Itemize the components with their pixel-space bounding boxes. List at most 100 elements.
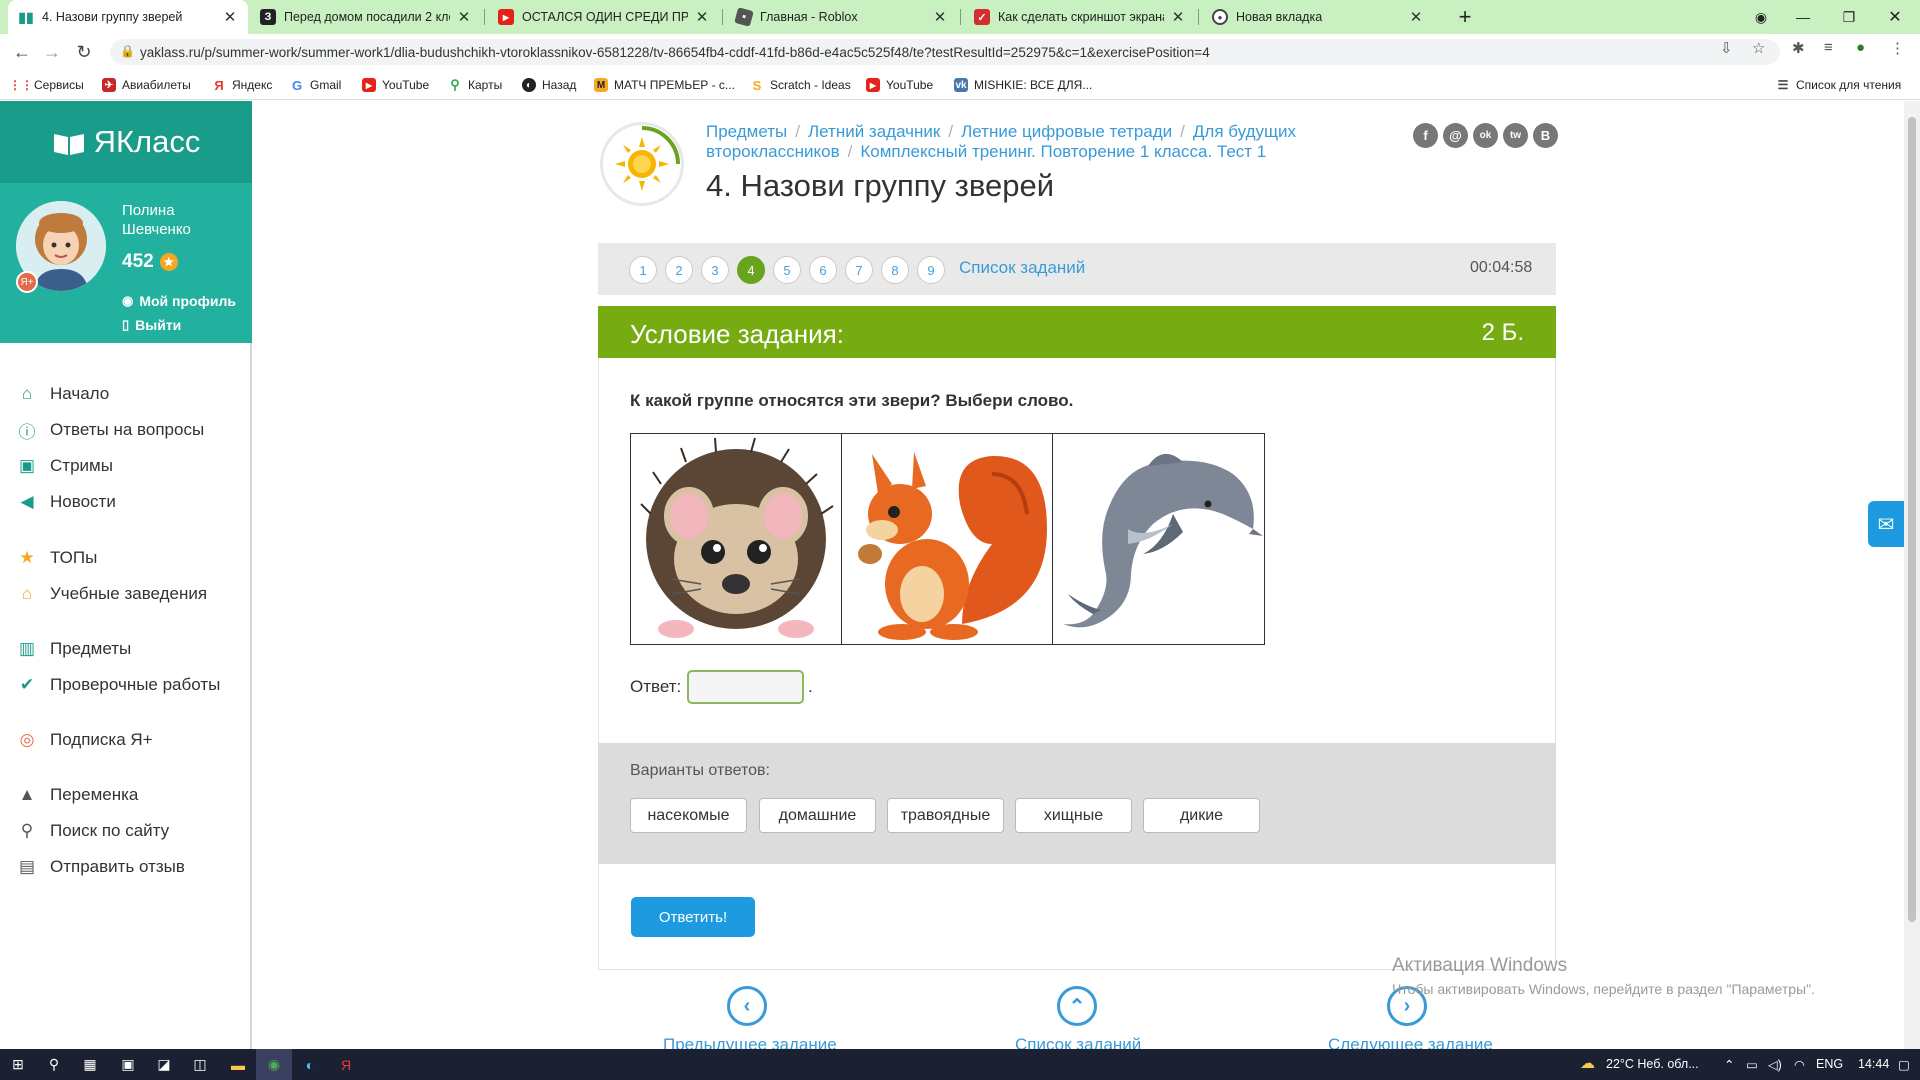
question-number[interactable]: 9 [917,256,945,284]
bookmark-item[interactable]: ⋮⋮ Сервисы [9,70,84,100]
question-number[interactable]: 6 [809,256,837,284]
sidebar-item-home[interactable]: ⌂ Начало [16,383,109,405]
bookmark-item[interactable]: vk MISHKIE: ВСЕ ДЛЯ... [954,70,1092,100]
option-button[interactable]: травоядные [887,798,1004,833]
chevron-up-icon[interactable]: ⌃ [1724,1057,1734,1072]
bookmark-item[interactable]: G Gmail [290,70,341,100]
option-button[interactable]: насекомые [630,798,747,833]
sidebar-item-subjects[interactable]: ▥ Предметы [16,638,131,660]
chrome-icon[interactable]: ◉ [256,1049,292,1080]
breadcrumb-item[interactable]: Летний задачник [808,122,940,141]
wifi-icon[interactable]: ◠ [1794,1057,1805,1072]
app-icon[interactable]: ◪ [146,1049,182,1080]
reading-list[interactable]: ☰ Список для чтения [1776,70,1902,100]
breadcrumb-item[interactable]: Предметы [706,122,787,141]
breadcrumb-item[interactable]: Комплексный тренинг. Повторение 1 класса… [860,142,1266,161]
sidebar-item-streams[interactable]: ▣ Стримы [16,455,113,477]
windows-start-icon[interactable]: ⊞ [0,1049,36,1080]
clock[interactable]: 14:44 [1858,1057,1889,1071]
question-number[interactable]: 3 [701,256,729,284]
bookmark-item[interactable]: ▶ YouTube [362,70,429,100]
extensions-icon[interactable]: ✱ [1792,39,1805,57]
sidebar-item-news[interactable]: ◀ Новости [16,491,115,513]
close-icon[interactable]: ✕ [1170,8,1186,26]
search-icon[interactable]: ⚲ [36,1049,72,1080]
mail-icon[interactable]: ✉ [1868,501,1904,547]
twitter-icon[interactable]: tw [1503,123,1528,148]
language-indicator[interactable]: ENG [1816,1057,1843,1071]
app-icon[interactable]: ◐ [292,1049,328,1080]
tab-new[interactable]: ● Новая вкладка ✕ [1202,0,1434,34]
logout-link[interactable]: ▯ Выйти [122,317,181,333]
sidebar-item-tests[interactable]: ✔ Проверочные работы [16,674,220,696]
sidebar-item-tops[interactable]: ★ ТОПы [16,547,97,569]
forward-icon[interactable]: → [38,34,66,70]
tab-roblox[interactable]: ▪ Главная - Roblox ✕ [726,0,958,34]
star-bookmark-icon[interactable]: ☆ [1752,39,1765,57]
sidebar-item-schools[interactable]: ⌂ Учебные заведения [16,583,207,605]
mail-ru-icon[interactable]: @ [1443,123,1468,148]
close-icon[interactable]: ✕ [694,8,710,26]
scrollbar[interactable] [1904,101,1920,1049]
close-icon[interactable]: ✕ [222,8,238,26]
odnoklassniki-icon[interactable]: ok [1473,123,1498,148]
option-button[interactable]: дикие [1143,798,1260,833]
install-icon[interactable]: ⇩ [1720,39,1733,57]
sidebar-item-break[interactable]: ▲ Переменка [16,784,139,806]
profile-link[interactable]: ◉ Мой профиль [122,293,236,309]
sidebar-item-subscription[interactable]: ◎ Подписка Я+ [16,729,153,751]
volume-icon[interactable]: ◁) [1768,1057,1782,1072]
question-number[interactable]: 7 [845,256,873,284]
option-button[interactable]: хищные [1015,798,1132,833]
breadcrumb-item[interactable]: Летние цифровые тетради [961,122,1172,141]
prev-arrow-icon[interactable]: ‹ [727,986,767,1026]
question-number[interactable]: 5 [773,256,801,284]
weather-text[interactable]: 22°C Неб. обл... [1606,1057,1699,1071]
bookmark-item[interactable]: S Scratch - Ideas [750,70,851,100]
vk-icon[interactable]: B [1533,123,1558,148]
task-list-link[interactable]: Список заданий [959,258,1085,278]
media-icon[interactable]: ≡ [1824,39,1833,56]
weather-icon[interactable]: ☁ [1580,1054,1595,1072]
bookmark-item[interactable]: ◐ Назад [522,70,576,100]
notifications-icon[interactable]: ▢ [1898,1057,1910,1072]
network-icon[interactable]: ▭ [1746,1057,1758,1072]
back-icon[interactable]: ← [8,34,36,70]
sidebar-item-search[interactable]: ⚲ Поиск по сайту [16,820,169,842]
new-tab-button[interactable]: + [1442,0,1488,34]
close-icon[interactable]: ✕ [932,8,948,26]
profile-icon[interactable]: ● [1856,39,1865,56]
list-up-icon[interactable]: ⌃ [1057,986,1097,1026]
app-icon[interactable]: ◫ [182,1049,218,1080]
store-icon[interactable]: ▦ [72,1049,108,1080]
bookmark-item[interactable]: Я Яндекс [212,70,272,100]
tab-yaklass[interactable]: ▮▮ 4. Назови группу зверей ✕ [8,0,248,34]
address-bar[interactable]: 🔒 yaklass.ru/p/summer-work/summer-work1/… [110,39,1780,65]
bookmark-item[interactable]: М МАТЧ ПРЕМЬЕР - с... [594,70,735,100]
bookmark-item[interactable]: ✈ Авиабилеты [102,70,191,100]
tab-search-icon[interactable]: ◉ [1738,0,1784,34]
facebook-icon[interactable]: f [1413,123,1438,148]
close-icon[interactable]: ✕ [456,8,472,26]
minimize-button[interactable]: — [1780,0,1826,34]
answer-input[interactable] [687,670,804,704]
tab-screenshot[interactable]: ✓ Как сделать скриншот экрана н ✕ [964,0,1196,34]
yandex-browser-icon[interactable]: Я [328,1049,364,1080]
sidebar-item-answers[interactable]: ⓘ Ответы на вопросы [16,419,205,442]
reload-icon[interactable]: ↻ [70,34,98,70]
folder-icon[interactable]: ▬ [220,1049,256,1080]
bookmark-item[interactable]: ⚲ Карты [448,70,502,100]
question-number[interactable]: 2 [665,256,693,284]
question-number[interactable]: 1 [629,256,657,284]
sidebar-item-feedback[interactable]: ▤ Отправить отзыв [16,856,185,878]
bookmark-item[interactable]: ▶ YouTube [866,70,933,100]
mail-app-icon[interactable]: ▣ [110,1049,146,1080]
question-number[interactable]: 8 [881,256,909,284]
menu-icon[interactable]: ⋮ [1890,39,1905,57]
close-icon[interactable]: ✕ [1408,8,1424,26]
window-close-button[interactable]: ✕ [1872,0,1918,34]
tab-znanija[interactable]: З Перед домом посадили 2 клёна ✕ [250,0,482,34]
scrollbar-thumb[interactable] [1908,117,1916,922]
option-button[interactable]: домашние [759,798,876,833]
maximize-button[interactable]: ❐ [1826,0,1872,34]
